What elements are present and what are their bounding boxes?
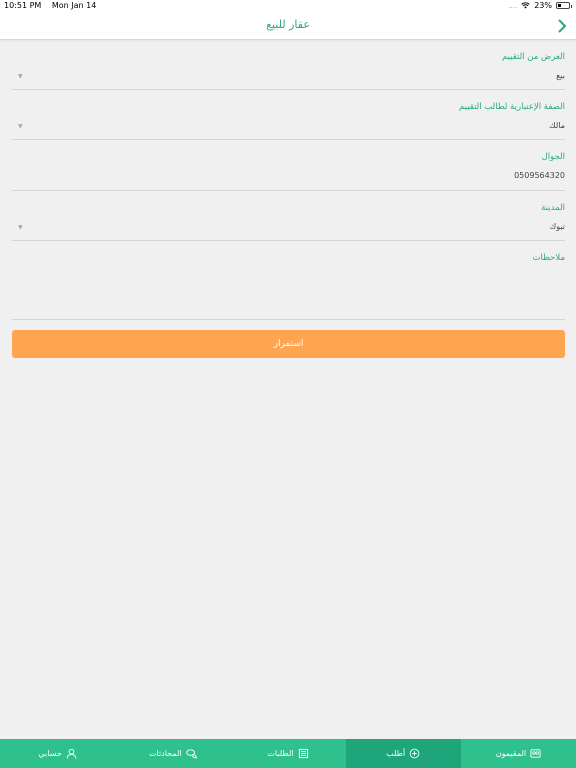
tab-account[interactable]: حسابي [0, 739, 115, 768]
battery-icon [556, 2, 572, 9]
field-label: الجوال [541, 152, 565, 162]
chat-icon [185, 749, 197, 759]
field-value: تبوك [549, 222, 565, 231]
notes-field[interactable]: ملاحظات [12, 241, 565, 320]
chevron-down-icon: ▼ [18, 224, 23, 231]
signal-icon: .... [508, 1, 518, 10]
tab-chats[interactable]: المحادثات [115, 739, 230, 768]
field-label: المدينة [541, 203, 565, 213]
plus-circle-icon [409, 748, 420, 759]
chevron-down-icon: ▼ [18, 123, 23, 130]
status-date: Mon Jan 14 [51, 1, 97, 10]
wifi-icon [521, 2, 530, 9]
chevron-down-icon: ▼ [18, 73, 23, 80]
tab-bar: حسابي المحادثات الطلبات أطلب المقيمون [0, 739, 576, 768]
back-button[interactable] [554, 17, 570, 35]
status-bar: 10:51 PM Mon Jan 14 .... 23% [0, 0, 576, 12]
tab-label: المحادثات [148, 749, 182, 758]
field-label: ملاحظات [532, 253, 565, 263]
field-label: العرض من التقييم [501, 52, 565, 62]
battery-percent: 23% [534, 1, 552, 10]
page-title: عقار للبيع [266, 18, 310, 31]
user-icon [66, 748, 77, 759]
nav-bar: عقار للبيع [0, 12, 576, 40]
tab-orders[interactable]: الطلبات [230, 739, 345, 768]
tab-label: المقيمون [495, 749, 527, 758]
appraisers-icon [530, 749, 541, 758]
chevron-right-icon [558, 19, 566, 33]
tab-appraisers[interactable]: المقيمون [461, 739, 576, 768]
tab-label: حسابي [38, 749, 62, 758]
continue-button[interactable]: استمرار [12, 330, 565, 358]
tab-label: الطلبات [267, 749, 294, 758]
orders-icon [298, 748, 308, 759]
field-label: الصفة الإعتبارية لطالب التقييم [458, 102, 565, 112]
city-select[interactable]: المدينة تبوك ▼ [12, 191, 565, 241]
field-value: 0509564320 [514, 171, 565, 180]
field-value: مالك [549, 121, 565, 130]
tab-request[interactable]: أطلب [345, 739, 461, 768]
mobile-field[interactable]: الجوال 0509564320 [12, 140, 565, 191]
status-right: .... 23% [508, 1, 572, 10]
request-form: العرض من التقييم بيع ▼ الصفة الإعتبارية … [12, 40, 565, 320]
tab-label: أطلب [386, 749, 406, 758]
status-time: 10:51 PM [4, 1, 42, 10]
field-value: بيع [556, 71, 565, 80]
status-left: 10:51 PM Mon Jan 14 [4, 1, 104, 10]
applicant-capacity-select[interactable]: الصفة الإعتبارية لطالب التقييم مالك ▼ [12, 90, 565, 140]
valuation-purpose-select[interactable]: العرض من التقييم بيع ▼ [12, 40, 565, 90]
